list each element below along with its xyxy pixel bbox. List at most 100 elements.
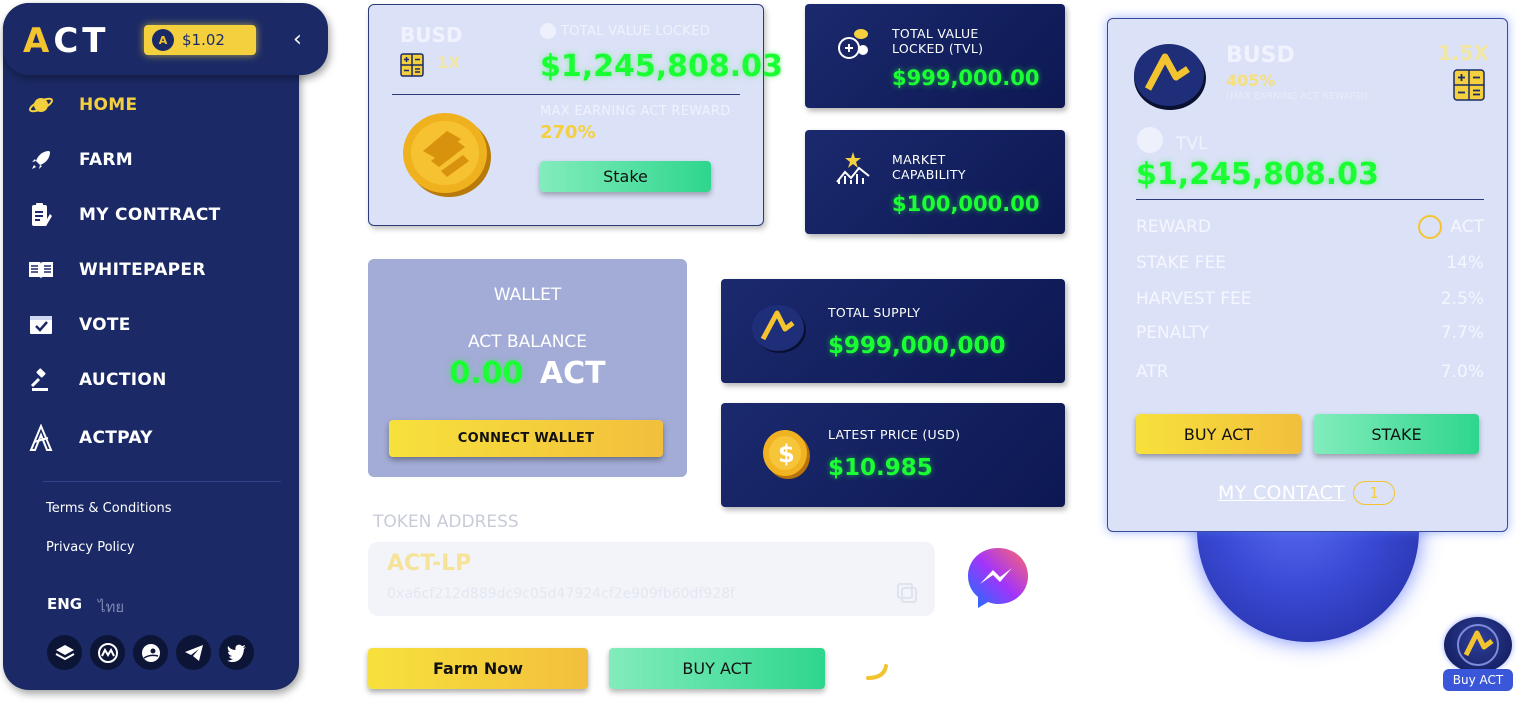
gavel-icon: [27, 366, 55, 394]
stake-button[interactable]: Stake: [540, 161, 711, 192]
sidebar-item-farm[interactable]: FARM: [27, 140, 133, 180]
row-value: 7.7%: [1440, 323, 1484, 343]
copy-icon[interactable]: [896, 582, 918, 608]
stat-value: $999,000,000: [828, 333, 1006, 359]
buy-act-button[interactable]: BUY ACT: [609, 648, 825, 689]
stat-title: TOTAL SUPPLY: [828, 305, 921, 320]
pool-stake-button[interactable]: STAKE: [1314, 414, 1479, 454]
sidebar-item-label: MY CONTRACT: [79, 205, 221, 225]
sidebar-header: ACT A $1.02 ‹: [3, 3, 328, 75]
latest-price-stat-card: $ LATEST PRICE (USD) $10.985: [721, 403, 1065, 507]
sidebar-item-whitepaper[interactable]: WHITEPAPER: [27, 250, 206, 290]
tvl-label: TOTAL VALUE LOCKED: [561, 24, 711, 39]
act-pool-token-icon: [1132, 41, 1208, 115]
wallet-card: WALLET ACT BALANCE 0.00 ACT CONNECT WALL…: [368, 259, 687, 477]
act-coin-icon: A: [152, 29, 174, 51]
act-price: $1.02: [182, 31, 225, 49]
sidebar-item-vote[interactable]: VOTE: [27, 305, 131, 345]
pool-apr: 405%: [1226, 71, 1276, 90]
sidebar: ACT A $1.02 ‹ HOME FARM MY CONTRACT WHIT…: [3, 3, 328, 690]
pool-tvl-label: TVL: [1176, 134, 1208, 154]
chart-star-icon: [835, 150, 871, 190]
floating-act-icon: [1444, 617, 1512, 673]
pool-title: BUSD: [1226, 43, 1295, 68]
lang-eng[interactable]: ENG: [47, 595, 82, 613]
wallet-title: WALLET: [493, 285, 562, 305]
vote-box-icon: [27, 311, 55, 339]
connect-wallet-button[interactable]: CONNECT WALLET: [389, 420, 663, 457]
act-balance-unit: ACT: [539, 356, 606, 391]
dollar-coin-icon: $: [761, 428, 811, 484]
sidebar-item-auction[interactable]: AUCTION: [27, 360, 167, 400]
token-address-label: TOKEN ADDRESS: [373, 512, 519, 532]
row-value: ACT: [1418, 215, 1484, 239]
busd-pool-card: BUSD 405% (MAX EARNING ACT REWARD) 1.5X …: [1107, 18, 1508, 532]
pool-divider: [1136, 199, 1484, 200]
farm-multiplier: 1X: [437, 53, 461, 72]
my-contact-link[interactable]: MY CONTACT 1: [1218, 481, 1396, 505]
tvl-stat-card: TOTAL VALUE LOCKED (TVL) $999,000.00: [805, 4, 1065, 108]
farm-now-button[interactable]: Farm Now: [368, 648, 588, 689]
sidebar-item-label: AUCTION: [79, 370, 167, 390]
privacy-policy-link[interactable]: Privacy Policy: [46, 540, 135, 555]
stat-title: MARKET CAPABILITY: [892, 152, 966, 182]
floating-buy-act-widget[interactable]: Buy ACT: [1443, 617, 1513, 692]
telegram-icon[interactable]: [176, 635, 211, 670]
rocket-icon: [27, 146, 55, 174]
sidebar-item-actpay[interactable]: ACTPAY: [27, 418, 153, 458]
sidebar-item-label: FARM: [79, 150, 134, 170]
calculator-icon[interactable]: [400, 53, 424, 77]
row-value: 7.0%: [1440, 362, 1484, 382]
messenger-icon[interactable]: [966, 546, 1030, 610]
coins-icon: [837, 24, 871, 64]
twitter-icon[interactable]: [219, 635, 254, 670]
actpay-icon: [27, 424, 55, 452]
pool-buy-act-button[interactable]: BUY ACT: [1136, 414, 1301, 454]
row-value: 2.5%: [1440, 289, 1484, 309]
act-balance-value: 0.00: [449, 356, 524, 391]
total-supply-stat-card: TOTAL SUPPLY $999,000,000: [721, 279, 1065, 383]
act-logo[interactable]: ACT: [23, 21, 109, 61]
sidebar-divider: [43, 481, 281, 482]
sidebar-item-label: HOME: [79, 95, 138, 115]
pool-apr-note: (MAX EARNING ACT REWARD): [1226, 91, 1368, 102]
svg-text:$: $: [778, 440, 795, 468]
sidebar-item-home[interactable]: HOME: [27, 85, 137, 125]
sidebar-item-label: VOTE: [79, 315, 131, 335]
row-label: PENALTY: [1136, 323, 1210, 343]
farm-title: BUSD: [400, 23, 463, 47]
layers-icon[interactable]: [47, 635, 82, 670]
act-balance-label: ACT BALANCE: [467, 332, 588, 352]
pool-tvl-value: $1,245,808.03: [1136, 157, 1379, 192]
terms-link[interactable]: Terms & Conditions: [46, 501, 172, 516]
pool-calculator-icon[interactable]: [1453, 69, 1485, 105]
busd-coin-icon: [401, 109, 493, 201]
sidebar-item-label: WHITEPAPER: [79, 260, 206, 280]
loading-spinner-icon: [862, 660, 888, 686]
coingecko-icon[interactable]: [133, 635, 168, 670]
pool-row-penalty: PENALTY 7.7%: [1136, 321, 1484, 345]
act-token-icon: [751, 303, 807, 359]
tvl-icon: [540, 23, 556, 39]
my-contact-label: MY CONTACT: [1218, 482, 1346, 504]
collapse-sidebar-button[interactable]: ‹: [293, 27, 302, 52]
logo-text: CT: [53, 21, 110, 61]
sidebar-item-my-contract[interactable]: MY CONTRACT: [27, 195, 221, 235]
logo-mark: A: [23, 21, 54, 61]
token-address[interactable]: 0xa6cf212d889dc9c05d47924cf2e909fb60df92…: [387, 586, 735, 602]
pool-row-reward: REWARD ACT: [1136, 215, 1484, 239]
row-value: 14%: [1446, 253, 1484, 273]
pool-tvl-icon: [1137, 127, 1163, 153]
act-reward-icon: [1418, 215, 1443, 239]
stat-value: $100,000.00: [892, 192, 1040, 216]
lang-thai[interactable]: ไทย: [98, 595, 124, 619]
contract-icon: [27, 201, 55, 229]
coinmarketcap-icon[interactable]: [90, 635, 125, 670]
token-name: ACT-LP: [387, 551, 472, 576]
pool-multiplier: 1.5X: [1438, 41, 1489, 65]
token-address-box: ACT-LP 0xa6cf212d889dc9c05d47924cf2e909f…: [368, 542, 935, 616]
max-earning-label: MAX EARNING ACT REWARD: [540, 104, 731, 119]
busd-farm-card: BUSD 1X TOTAL VALUE LOCKED $1,245,808.03…: [368, 4, 783, 226]
pool-row-atr: ATR 7.0%: [1136, 360, 1484, 384]
stat-title: LATEST PRICE (USD): [828, 427, 961, 442]
